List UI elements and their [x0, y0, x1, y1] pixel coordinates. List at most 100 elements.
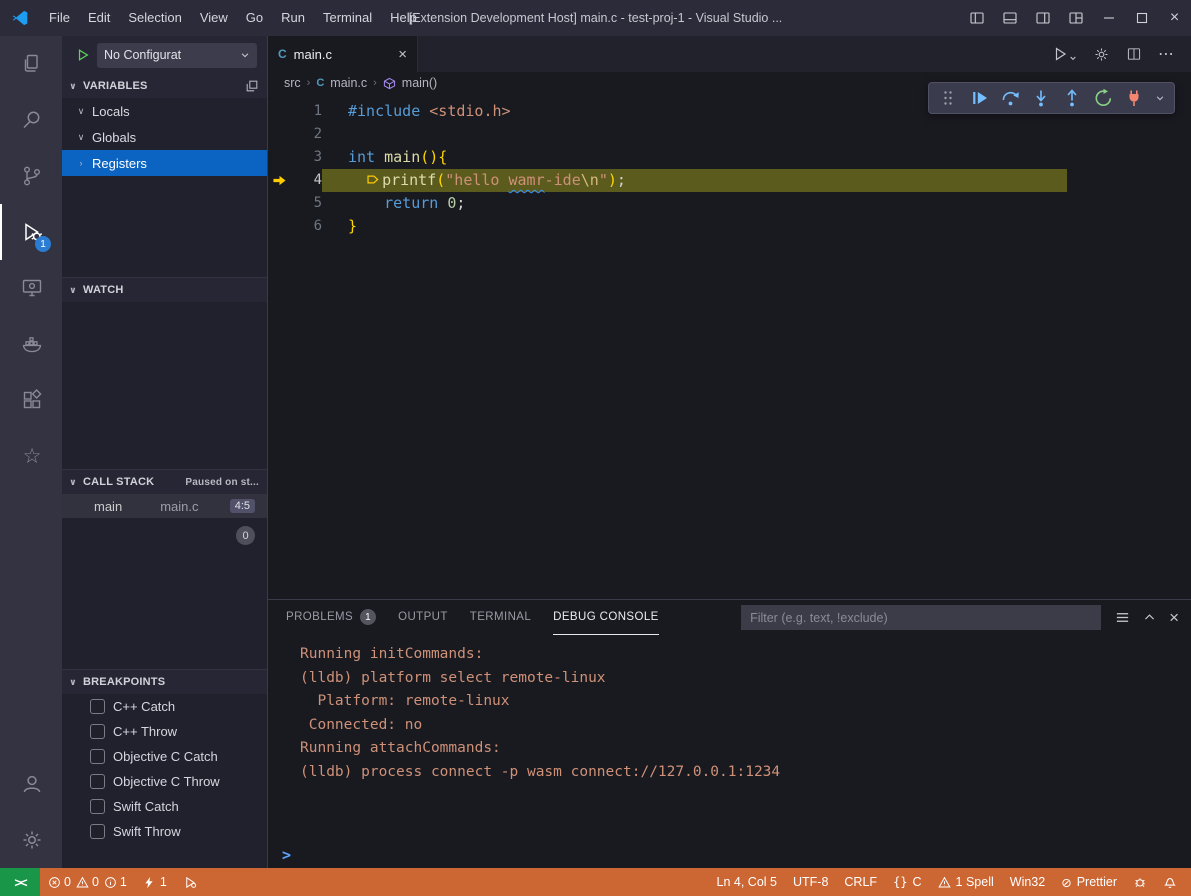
line-number[interactable]: 4 — [290, 169, 322, 192]
breakpoint-checkbox[interactable] — [90, 749, 105, 764]
minimize-button[interactable] — [1092, 0, 1125, 36]
menu-file[interactable]: File — [40, 0, 79, 36]
breakpoint-gutter[interactable] — [268, 169, 290, 192]
breakpoint-item[interactable]: C++ Throw — [62, 719, 267, 744]
more-actions-icon[interactable]: ⋯ — [1158, 44, 1175, 64]
bell-icon[interactable] — [1155, 868, 1185, 896]
disconnect-button[interactable] — [1123, 86, 1145, 110]
config-dropdown[interactable]: No Configurat — [97, 43, 257, 68]
breakpoint-checkbox[interactable] — [90, 824, 105, 839]
formatter-status[interactable]: ⊘Prettier — [1053, 868, 1125, 896]
panel-tab-output[interactable]: OUTPUT — [398, 601, 448, 635]
step-into-button[interactable] — [1030, 86, 1052, 110]
run-file-button[interactable] — [1052, 46, 1077, 62]
activity-explorer[interactable] — [0, 36, 62, 92]
code-line[interactable]: 6} — [268, 215, 1191, 238]
breakpoint-item[interactable]: Swift Throw — [62, 819, 267, 844]
eol-status[interactable]: CRLF — [836, 868, 885, 896]
code-line[interactable]: 2 — [268, 123, 1191, 146]
panel-tab-terminal[interactable]: TERMINAL — [470, 601, 531, 635]
activity-account[interactable] — [0, 756, 62, 812]
console-filter-input[interactable] — [741, 605, 1101, 630]
toggle-sidebar-icon[interactable] — [960, 0, 993, 36]
close-button[interactable]: × — [1158, 0, 1191, 36]
breadcrumb-file[interactable]: main.c — [330, 76, 367, 90]
breakpoint-gutter[interactable] — [268, 123, 290, 146]
menu-run[interactable]: Run — [272, 0, 314, 36]
activity-docker[interactable] — [0, 316, 62, 372]
code-line[interactable]: 4 printf("hello wamr-ide\n"); — [268, 169, 1191, 192]
maximize-button[interactable] — [1125, 0, 1158, 36]
console-input-row[interactable]: > — [268, 842, 1191, 868]
toggle-panel-icon[interactable] — [993, 0, 1026, 36]
code-editor[interactable]: 1#include <stdio.h>23int main(){4 printf… — [268, 94, 1191, 599]
watch-header[interactable]: ∨ WATCH — [62, 277, 267, 302]
code-line[interactable]: 3int main(){ — [268, 146, 1191, 169]
restart-button[interactable] — [1092, 86, 1114, 110]
debug-console-output[interactable]: Running initCommands:(lldb) platform sel… — [268, 635, 1191, 842]
tab-close-icon[interactable]: × — [398, 46, 407, 63]
activity-extensions[interactable] — [0, 372, 62, 428]
activity-source-control[interactable] — [0, 148, 62, 204]
breakpoint-item[interactable]: Objective C Throw — [62, 769, 267, 794]
breakpoint-gutter[interactable] — [268, 100, 290, 123]
filter-lines-icon[interactable] — [1115, 610, 1130, 625]
variables-header[interactable]: ∨ VARIABLES — [62, 74, 267, 98]
breadcrumb-src[interactable]: src — [284, 76, 301, 90]
encoding-status[interactable]: UTF-8 — [785, 868, 836, 896]
debug-status-icon[interactable] — [175, 868, 206, 896]
breakpoint-checkbox[interactable] — [90, 699, 105, 714]
toolbar-grip-icon[interactable] — [937, 86, 959, 110]
collapse-all-icon[interactable] — [245, 79, 259, 93]
continue-button[interactable] — [968, 86, 990, 110]
variables-item-locals[interactable]: ∨Locals — [62, 98, 267, 124]
menu-view[interactable]: View — [191, 0, 237, 36]
platform-status[interactable]: Win32 — [1002, 868, 1053, 896]
breakpoint-checkbox[interactable] — [90, 799, 105, 814]
activity-run-debug[interactable]: 1 — [0, 204, 62, 260]
line-number[interactable]: 5 — [290, 192, 322, 215]
line-number[interactable]: 3 — [290, 146, 322, 169]
gear-icon[interactable] — [1093, 46, 1110, 63]
spell-status[interactable]: 1 Spell — [930, 868, 1002, 896]
step-over-button[interactable] — [999, 86, 1021, 110]
breakpoint-checkbox[interactable] — [90, 724, 105, 739]
code-line[interactable]: 5 return 0; — [268, 192, 1191, 215]
variables-item-globals[interactable]: ∨Globals — [62, 124, 267, 150]
remote-indicator[interactable]: >< — [0, 868, 40, 896]
line-number[interactable]: 2 — [290, 123, 322, 146]
breakpoint-gutter[interactable] — [268, 192, 290, 215]
call-stack-header[interactable]: ∨ CALL STACK Paused on st... — [62, 469, 267, 494]
toggle-secondary-sidebar-icon[interactable] — [1026, 0, 1059, 36]
split-editor-icon[interactable] — [1126, 46, 1142, 62]
breakpoint-checkbox[interactable] — [90, 774, 105, 789]
stack-frame-row[interactable]: main main.c 4:5 — [62, 494, 267, 518]
menu-terminal[interactable]: Terminal — [314, 0, 381, 36]
language-mode[interactable]: {}C — [885, 868, 929, 896]
panel-tab-problems[interactable]: PROBLEMS1 — [286, 601, 376, 635]
debug-session-dropdown-icon[interactable] — [1154, 86, 1166, 110]
breakpoint-item[interactable]: Swift Catch — [62, 794, 267, 819]
breakpoints-header[interactable]: ∨ BREAKPOINTS — [62, 669, 267, 694]
cursor-position[interactable]: Ln 4, Col 5 — [709, 868, 785, 896]
variables-item-registers[interactable]: ›Registers — [62, 150, 267, 176]
activity-settings[interactable] — [0, 812, 62, 868]
menu-edit[interactable]: Edit — [79, 0, 119, 36]
line-number[interactable]: 6 — [290, 215, 322, 238]
problems-status[interactable]: 0 0 1 — [40, 868, 135, 896]
activity-search[interactable] — [0, 92, 62, 148]
ports-status[interactable]: 1 — [135, 868, 175, 896]
breakpoint-item[interactable]: C++ Catch — [62, 694, 267, 719]
activity-marketplace-star[interactable]: ☆ — [0, 428, 62, 484]
line-number[interactable]: 1 — [290, 100, 322, 123]
menu-selection[interactable]: Selection — [119, 0, 190, 36]
panel-tab-debug-console[interactable]: DEBUG CONSOLE — [553, 601, 659, 635]
breakpoint-item[interactable]: Objective C Catch — [62, 744, 267, 769]
start-debugging-button[interactable] — [76, 48, 90, 62]
maximize-panel-icon[interactable] — [1143, 611, 1156, 624]
bug-icon[interactable] — [1125, 868, 1155, 896]
customize-layout-icon[interactable] — [1059, 0, 1092, 36]
step-out-button[interactable] — [1061, 86, 1083, 110]
menu-go[interactable]: Go — [237, 0, 272, 36]
breakpoint-gutter[interactable] — [268, 146, 290, 169]
